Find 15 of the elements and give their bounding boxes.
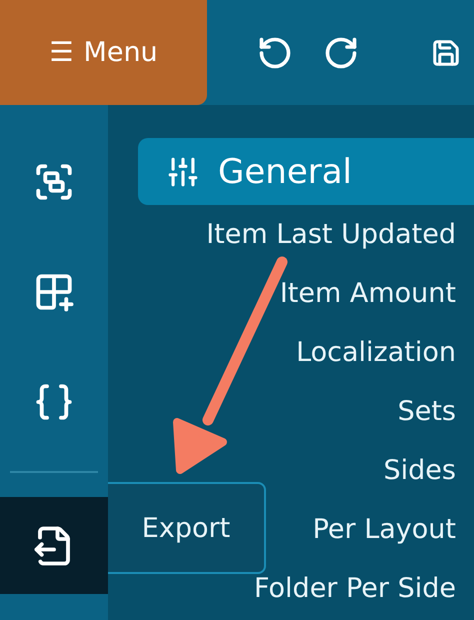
menu-item[interactable]: Localization [296,323,456,382]
menu-item[interactable]: Item Amount [280,264,456,323]
undo-icon[interactable] [257,34,293,70]
menu-item[interactable]: Sets [398,382,456,441]
menu-item[interactable]: Item Last Updated [206,205,456,264]
section-title: General [218,152,352,192]
save-icon[interactable] [431,38,461,68]
menu-item[interactable]: Per Layout [312,500,456,559]
menu-item[interactable]: Sides [384,441,456,500]
tooltip: Export [108,482,266,574]
redo-icon[interactable] [323,34,359,70]
sliders-icon [166,154,200,188]
sidebar-button[interactable] [0,497,108,594]
section-header[interactable]: General [138,138,474,205]
menu-button[interactable]: ☰ Menu [0,0,207,105]
